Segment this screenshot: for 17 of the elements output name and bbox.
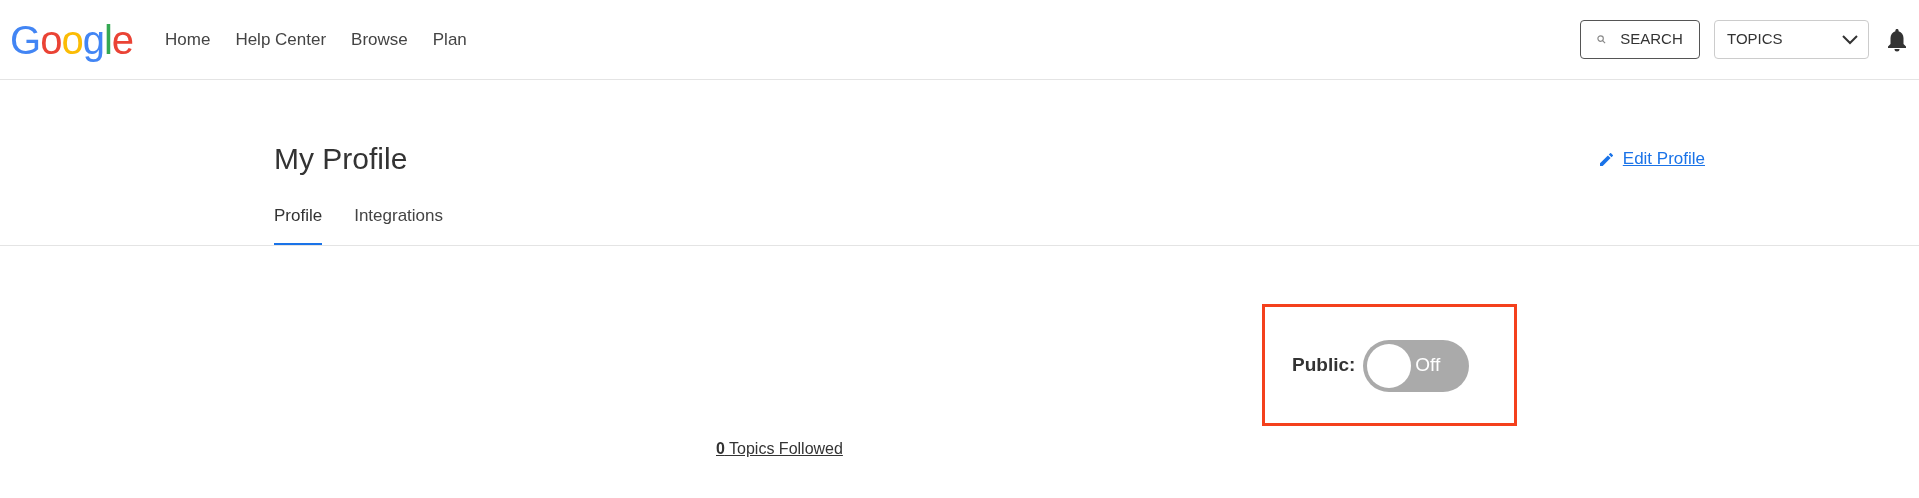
- nav-link[interactable]: Home: [165, 26, 211, 53]
- search-icon: [1597, 35, 1607, 44]
- search-button[interactable]: SEARCH: [1580, 20, 1700, 59]
- nav-link[interactable]: Help Center: [235, 26, 327, 53]
- nav-link[interactable]: Plan: [432, 26, 467, 53]
- notification-bell-icon[interactable]: [1887, 27, 1907, 52]
- topics-dropdown[interactable]: TOPICS: [1714, 20, 1869, 59]
- pencil-icon: [1599, 152, 1613, 166]
- edit-profile-link[interactable]: Edit Profile: [1599, 146, 1705, 172]
- page-title: My Profile: [274, 141, 408, 177]
- topics-followed-link[interactable]: 0 Topics Followed: [716, 436, 843, 461]
- nav-link[interactable]: Browse: [351, 26, 408, 53]
- tab[interactable]: Profile: [274, 203, 323, 245]
- tab[interactable]: Integrations: [354, 203, 444, 245]
- public-label: Public:: [1292, 353, 1356, 378]
- chevron-down-icon: [1842, 34, 1858, 45]
- google-logo[interactable]: Google: [10, 19, 133, 60]
